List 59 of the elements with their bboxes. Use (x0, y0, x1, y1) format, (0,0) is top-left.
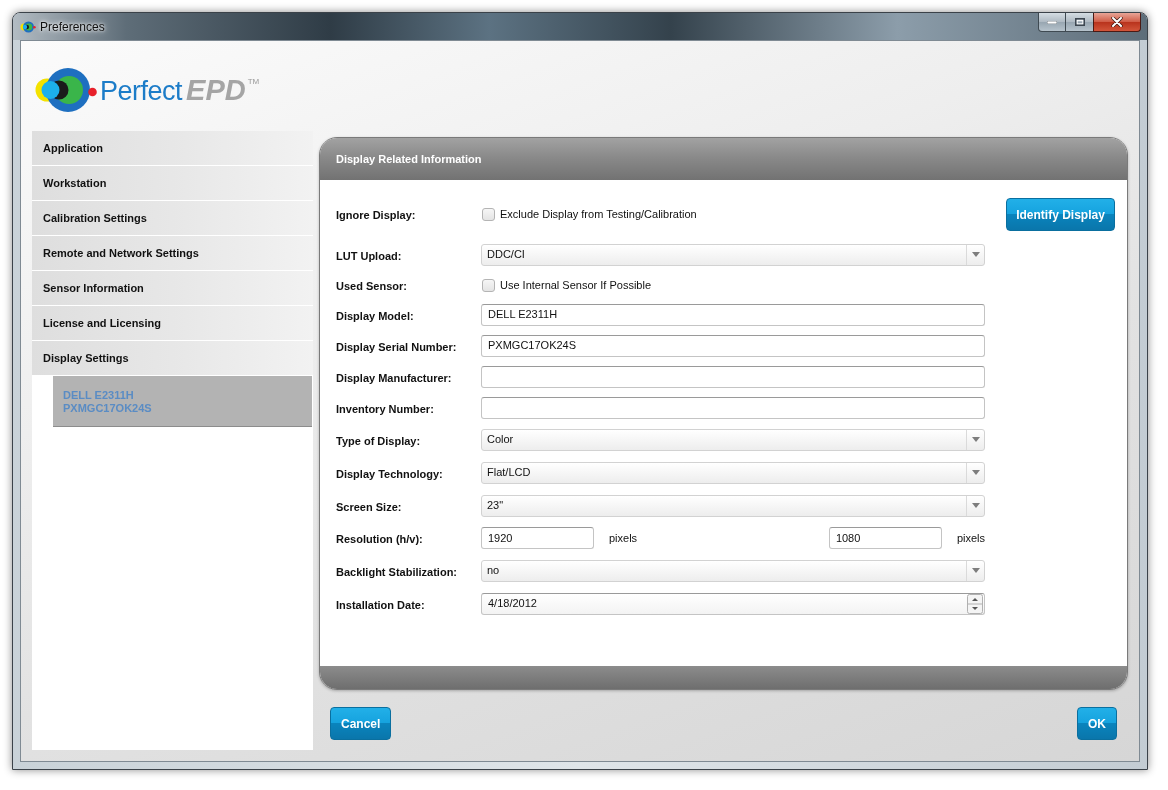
sidebar-item[interactable]: Display Settings (32, 341, 313, 375)
minimize-icon (1047, 20, 1057, 24)
maximize-icon (1074, 18, 1085, 26)
field-label: Display Technology: (336, 467, 443, 480)
close-button[interactable] (1093, 13, 1141, 32)
window-title: Preferences (40, 18, 105, 36)
field-label: Display Manufacturer: (336, 371, 452, 384)
checkbox-label[interactable]: Use Internal Sensor If Possible (500, 276, 652, 294)
caret-icon (971, 252, 980, 257)
text-field[interactable] (481, 396, 985, 419)
field-label: Screen Size: (336, 500, 402, 513)
sidebar-item[interactable]: License and Licensing (32, 306, 313, 340)
caret-icon (971, 503, 980, 508)
dropdown[interactable]: no (481, 559, 985, 582)
text-field[interactable] (481, 365, 985, 388)
caret-icon (971, 470, 980, 475)
caret-icon (971, 568, 980, 573)
trademark-sign: TM (247, 76, 260, 88)
text-field[interactable]: 1920 (481, 527, 594, 549)
field-label: Inventory Number: (336, 402, 434, 415)
checkbox[interactable] (482, 278, 495, 292)
maximize-button[interactable] (1066, 13, 1093, 32)
field-label: Resolution (h/v): (336, 533, 423, 545)
caret-icon (971, 437, 980, 442)
field-label: Used Sensor: (336, 280, 407, 292)
logo-icon[interactable] (20, 20, 36, 33)
text-field[interactable]: PXMGC17OK24S (481, 334, 985, 357)
unit-label: pixels (956, 530, 985, 546)
sidebar-item[interactable]: Calibration Settings (32, 201, 313, 235)
minimize-button[interactable] (1038, 13, 1066, 32)
identify-display-button[interactable]: Identify Display (1006, 198, 1115, 231)
sidebar-item[interactable]: Remote and Network Settings (32, 236, 313, 270)
spinner-arrows-icon[interactable] (967, 593, 983, 614)
text-field[interactable]: 1080 (828, 527, 942, 549)
field-label: Backlight Stabilization: (336, 565, 457, 578)
dropdown[interactable]: Color (481, 428, 985, 451)
logo-wordmark: PerfectEPD (100, 75, 246, 106)
panel-header: Display Related Information (320, 138, 1127, 180)
field-label: Type of Display: (336, 434, 421, 447)
cancel-button[interactable]: Cancel (330, 707, 392, 740)
sidebar-item[interactable]: Sensor Information (32, 271, 313, 305)
close-icon (1111, 17, 1123, 27)
sidebar-item[interactable]: Workstation (32, 166, 313, 200)
checkbox-label[interactable]: Exclude Display from Testing/Calibration (500, 205, 697, 223)
sidebar-item[interactable]: Application (32, 131, 313, 165)
field-label: LUT Upload: (336, 249, 402, 262)
field-label: Display Serial Number: (336, 340, 457, 353)
field-label: Display Model: (336, 309, 414, 322)
field-label: Ignore Display: (336, 209, 416, 221)
date-field[interactable]: 4/18/2012 (481, 592, 985, 615)
dropdown[interactable]: DDC/CI (481, 243, 985, 266)
field-label: Installation Date: (336, 598, 425, 611)
unit-label: pixels (609, 530, 638, 546)
logo-icon (35, 67, 97, 113)
checkbox[interactable] (482, 207, 495, 221)
text-field[interactable]: DELL E2311H (481, 303, 985, 326)
ok-button[interactable]: OK (1077, 707, 1117, 740)
dropdown[interactable]: Flat/LCD (481, 461, 985, 484)
dropdown[interactable]: 23" (481, 494, 985, 517)
